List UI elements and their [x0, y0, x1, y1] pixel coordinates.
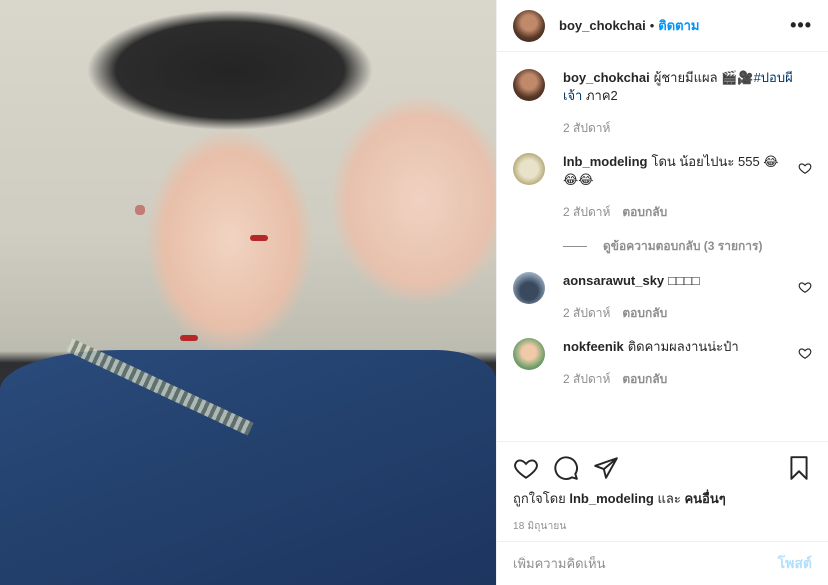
share-icon[interactable]	[593, 455, 619, 481]
instagram-post: boy_chokchai • ติดตาม ••• boy_chokchai ผู…	[0, 0, 828, 585]
reply-button[interactable]: ตอบกลับ	[622, 304, 667, 322]
post-side-panel: boy_chokchai • ติดตาม ••• boy_chokchai ผู…	[496, 0, 828, 585]
comment-text: ติดคามผลงานน่ะป๋า	[627, 339, 739, 354]
comment-item: nokfeenik ติดคามผลงานน่ะป๋า 2 สัปดาห์ ตอบ…	[513, 338, 812, 388]
photo-wound	[180, 335, 198, 341]
bookmark-icon[interactable]	[786, 455, 812, 481]
view-replies-button[interactable]: ดูข้อความตอบกลับ (3 รายการ)	[563, 237, 812, 256]
header-separator: •	[649, 18, 655, 33]
comment-username[interactable]: nokfeenik	[563, 339, 624, 354]
comment-item: lnb_modeling โดน น้อยไปนะ 555 😂😂😂 2 สัปดา…	[513, 153, 812, 221]
post-actions: ถูกใจโดย lnb_modeling และ คนอื่นๆ 18 มิถ…	[497, 441, 828, 541]
caption-avatar[interactable]	[513, 69, 545, 101]
caption-item: boy_chokchai ผู้ชายมีแผล 🎬🎥#ปอบผีเจ้า ภาค…	[513, 69, 812, 137]
comments-list[interactable]: boy_chokchai ผู้ชายมีแผล 🎬🎥#ปอบผีเจ้า ภาค…	[497, 53, 828, 441]
comment-username[interactable]: aonsarawut_sky	[563, 273, 664, 288]
author-avatar[interactable]	[513, 9, 545, 42]
action-icons	[513, 454, 812, 482]
view-replies-label: ดูข้อความตอบกลับ (3 รายการ)	[603, 239, 763, 253]
caption-text: ผู้ชายมีแผล 🎬🎥	[653, 70, 754, 85]
author-username[interactable]: boy_chokchai	[559, 18, 646, 33]
likes-and: และ	[657, 491, 681, 506]
comment-text: □□□□	[668, 273, 700, 288]
heart-icon[interactable]	[513, 455, 539, 481]
post-photo[interactable]	[0, 0, 496, 585]
post-header: boy_chokchai • ติดตาม •••	[497, 0, 828, 52]
caption-suffix: ภาค2	[582, 88, 618, 103]
like-comment-heart-icon[interactable]	[798, 346, 812, 360]
post-comment-button[interactable]: โพสต์	[778, 553, 812, 575]
likes-others[interactable]: คนอื่นๆ	[684, 491, 725, 506]
comment-time[interactable]: 2 สัปดาห์	[563, 203, 610, 221]
caption-username[interactable]: boy_chokchai	[563, 70, 650, 85]
comment-icon[interactable]	[553, 455, 579, 481]
more-options-icon[interactable]: •••	[790, 15, 812, 36]
likes-summary: ถูกใจโดย lnb_modeling และ คนอื่นๆ	[513, 488, 812, 509]
comment-username[interactable]: lnb_modeling	[563, 154, 648, 169]
likes-prefix: ถูกใจโดย	[513, 491, 566, 506]
photo-shirt	[0, 350, 496, 585]
comment-input[interactable]	[513, 556, 778, 571]
reply-button[interactable]: ตอบกลับ	[622, 370, 667, 388]
follow-button[interactable]: ติดตาม	[658, 15, 699, 36]
caption-time[interactable]: 2 สัปดาห์	[563, 119, 610, 137]
commenter-avatar[interactable]	[513, 338, 545, 370]
commenter-avatar[interactable]	[513, 153, 545, 185]
like-comment-heart-icon[interactable]	[798, 161, 812, 175]
comment-body: nokfeenik ติดคามผลงานน่ะป๋า 2 สัปดาห์ ตอบ…	[563, 338, 790, 388]
photo-wound	[135, 205, 145, 215]
comment-body: lnb_modeling โดน น้อยไปนะ 555 😂😂😂 2 สัปดา…	[563, 153, 790, 221]
comment-item: aonsarawut_sky □□□□ 2 สัปดาห์ ตอบกลับ	[513, 272, 812, 322]
photo-wound	[250, 235, 268, 241]
comment-time[interactable]: 2 สัปดาห์	[563, 304, 610, 322]
reply-button[interactable]: ตอบกลับ	[622, 203, 667, 221]
replies-line	[563, 246, 587, 247]
likes-user[interactable]: lnb_modeling	[569, 491, 654, 506]
commenter-avatar[interactable]	[513, 272, 545, 304]
post-date[interactable]: 18 มิถุนายน	[513, 519, 812, 534]
add-comment-bar: โพสต์	[497, 541, 828, 585]
comment-time[interactable]: 2 สัปดาห์	[563, 370, 610, 388]
like-comment-heart-icon[interactable]	[798, 280, 812, 294]
comment-body: aonsarawut_sky □□□□ 2 สัปดาห์ ตอบกลับ	[563, 272, 790, 322]
caption-body: boy_chokchai ผู้ชายมีแผล 🎬🎥#ปอบผีเจ้า ภาค…	[563, 69, 812, 137]
